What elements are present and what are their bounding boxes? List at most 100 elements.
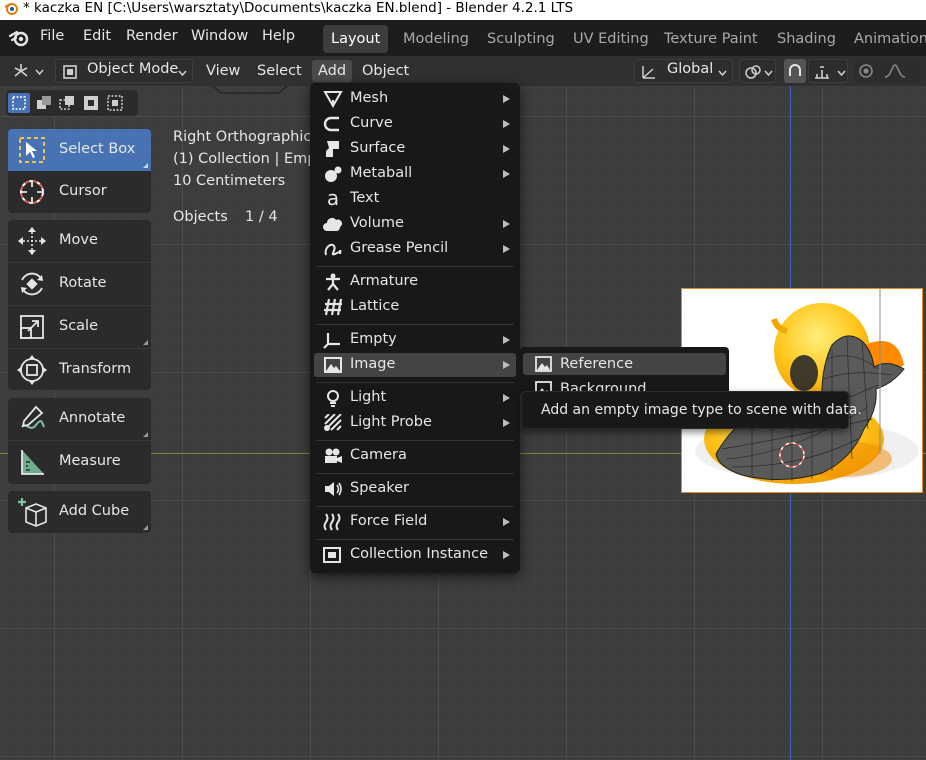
blender-menu-icon[interactable] xyxy=(8,27,30,49)
menu-file[interactable]: File xyxy=(40,28,64,44)
tab-shading[interactable]: Shading xyxy=(769,25,844,53)
tab-texture-paint[interactable]: Texture Paint xyxy=(656,25,766,53)
header-menu-view[interactable]: View xyxy=(206,60,240,82)
menu-window[interactable]: Window xyxy=(191,28,248,44)
top-bar: File Edit Render Window Help Layout Mode… xyxy=(0,20,926,56)
submenu-arrow-icon xyxy=(503,220,510,228)
tool-annotate[interactable]: Annotate xyxy=(8,398,151,440)
tool-rotate[interactable]: Rotate xyxy=(8,263,151,305)
menu-item-light-probe[interactable]: Light Probe xyxy=(314,411,516,435)
rotate-icon xyxy=(21,272,43,296)
menu-item-text[interactable]: a Text xyxy=(314,187,516,211)
corner-indicator-icon xyxy=(143,163,148,168)
menu-item-curve[interactable]: Curve xyxy=(314,112,516,136)
menu-separator xyxy=(316,473,514,474)
select-invert-icon xyxy=(84,96,98,110)
proportional-edit-icon xyxy=(859,64,873,78)
armature-icon xyxy=(326,273,340,291)
empty-icon xyxy=(323,333,340,349)
submenu-item-reference[interactable]: Reference xyxy=(523,353,726,375)
object-mode-icon xyxy=(63,65,77,79)
submenu-arrow-icon xyxy=(503,120,510,128)
menu-item-armature[interactable]: Armature xyxy=(314,270,516,294)
header-menu-object[interactable]: Object xyxy=(362,60,409,82)
image-icon xyxy=(324,357,342,373)
menu-item-volume[interactable]: Volume xyxy=(314,212,516,236)
tool-add-cube[interactable]: Add Cube xyxy=(8,491,151,533)
menu-separator xyxy=(316,266,514,267)
menu-item-label: Collection Instance xyxy=(350,546,489,562)
chevron-down-icon xyxy=(718,70,727,76)
scale-icon xyxy=(20,315,44,339)
tooltip: Add an empty image type to scene with da… xyxy=(521,391,862,429)
light-icon xyxy=(327,390,339,407)
select-intersect-button[interactable] xyxy=(104,93,126,113)
menu-item-force-field[interactable]: Force Field xyxy=(314,510,516,534)
menu-item-light[interactable]: Light xyxy=(314,386,516,410)
snap-target-select[interactable] xyxy=(808,59,848,83)
proportional-falloff-select[interactable] xyxy=(880,59,920,83)
select-invert-button[interactable] xyxy=(80,93,102,113)
view-name-label: Right Orthographic xyxy=(173,129,312,145)
menu-item-label: Speaker xyxy=(350,480,409,496)
editor-type-button[interactable] xyxy=(8,59,46,83)
tooltip-text: Add an empty image type to scene with da… xyxy=(541,402,862,418)
force-field-icon xyxy=(323,513,341,531)
menu-item-label: Grease Pencil xyxy=(350,240,449,256)
toolbar-group-transform: Move Rotate Scale Transform xyxy=(8,220,151,390)
falloff-curve-icon xyxy=(884,64,906,78)
menu-item-surface[interactable]: Surface xyxy=(314,137,516,161)
menu-item-grease-pencil[interactable]: Grease Pencil xyxy=(314,237,516,261)
image-reference-icon xyxy=(535,356,552,372)
select-extend-button[interactable] xyxy=(33,93,55,113)
orientation-axis-icon xyxy=(642,66,655,79)
tool-measure[interactable]: Measure xyxy=(8,441,151,483)
select-new-icon xyxy=(12,96,26,110)
tool-label: Add Cube xyxy=(59,503,130,519)
menu-item-image[interactable]: Image xyxy=(314,353,516,377)
tool-transform[interactable]: Transform xyxy=(8,349,151,390)
menu-help[interactable]: Help xyxy=(262,28,295,44)
tab-animation[interactable]: Animation xyxy=(846,25,926,53)
menu-item-empty[interactable]: Empty xyxy=(314,328,516,352)
pivot-point-select[interactable] xyxy=(739,59,776,83)
toolbar-group-select: Select Box Cursor xyxy=(8,129,151,213)
submenu-arrow-icon xyxy=(503,245,510,253)
objects-count: 1 / 4 xyxy=(245,209,278,225)
menu-separator xyxy=(316,440,514,441)
chevron-down-icon xyxy=(837,70,846,76)
transform-orientation-select[interactable]: Global xyxy=(634,59,733,83)
header-menu-select[interactable]: Select xyxy=(257,60,302,82)
tool-scale[interactable]: Scale xyxy=(8,306,151,348)
mode-select[interactable]: Object Mode xyxy=(55,59,193,83)
tool-label: Annotate xyxy=(59,410,126,426)
camera-icon xyxy=(325,448,342,463)
submenu-arrow-icon xyxy=(503,145,510,153)
tool-select-box[interactable]: Select Box xyxy=(8,129,151,171)
tool-cursor[interactable]: Cursor xyxy=(8,171,151,213)
tab-modeling[interactable]: Modeling xyxy=(395,25,477,53)
menu-item-mesh[interactable]: Mesh xyxy=(314,87,516,111)
menu-edit[interactable]: Edit xyxy=(83,28,111,44)
header-menu-add[interactable]: Add xyxy=(312,60,353,82)
select-new-button[interactable] xyxy=(8,93,30,113)
blender-logo-icon xyxy=(4,3,18,15)
tool-label: Transform xyxy=(59,361,132,377)
orientation-label: Global xyxy=(667,61,714,77)
proportional-edit-toggle[interactable] xyxy=(854,59,878,83)
tab-uv-editing[interactable]: UV Editing xyxy=(565,25,657,53)
tab-sculpting[interactable]: Sculpting xyxy=(479,25,563,53)
menu-item-metaball[interactable]: Metaball xyxy=(314,162,516,186)
menu-item-collection-instance[interactable]: Collection Instance xyxy=(314,543,516,567)
menu-item-label: Text xyxy=(350,190,380,206)
tool-label: Select Box xyxy=(59,141,136,157)
snap-toggle[interactable] xyxy=(784,59,806,83)
tab-layout[interactable]: Layout xyxy=(323,25,389,53)
menu-item-camera[interactable]: Camera xyxy=(314,444,516,468)
tool-move[interactable]: Move xyxy=(8,220,151,262)
select-subtract-button[interactable] xyxy=(56,93,78,113)
menu-item-speaker[interactable]: Speaker xyxy=(314,477,516,501)
volume-icon xyxy=(323,218,343,231)
menu-render[interactable]: Render xyxy=(126,28,178,44)
menu-item-lattice[interactable]: Lattice xyxy=(314,295,516,319)
